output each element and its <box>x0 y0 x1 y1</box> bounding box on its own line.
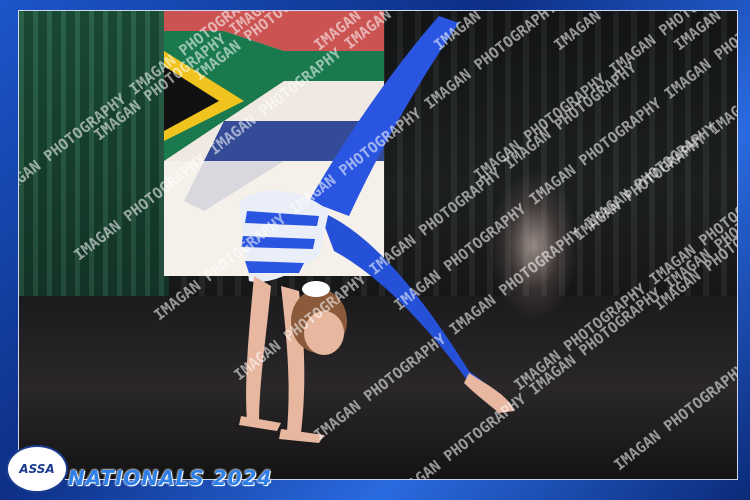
assa-logo: ASSA <box>6 445 68 493</box>
dancer <box>239 16 514 443</box>
event-photo: IMAGAN PHOTOGRAPHY IMAGAN PHOTOGRAPHY IM… <box>18 10 738 480</box>
event-title: NATIONALS 2024 <box>68 466 273 490</box>
logo-text: ASSA <box>19 462 55 476</box>
